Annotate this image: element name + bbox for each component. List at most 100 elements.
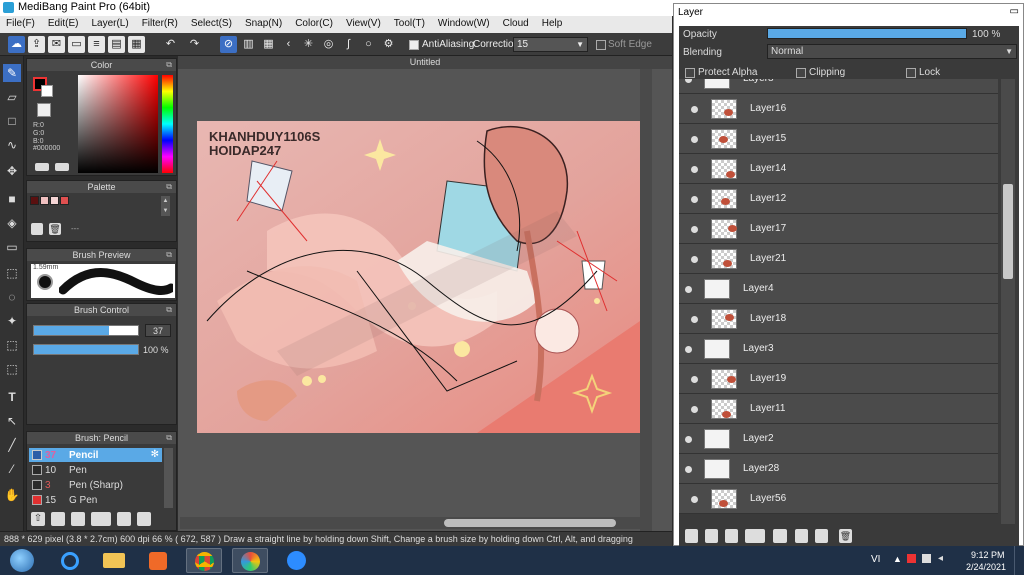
comment-icon[interactable]: ✉: [48, 36, 65, 53]
language-indicator[interactable]: VI: [871, 554, 880, 565]
volume-icon[interactable]: ◂: [938, 553, 943, 564]
gear-icon[interactable]: ✻: [151, 449, 159, 460]
canvas-horizontal-scrollbar[interactable]: [180, 517, 640, 529]
fill-rect-tool-icon[interactable]: ■: [3, 190, 21, 208]
document-icon[interactable]: ≡: [88, 36, 105, 53]
brush-item-pencil[interactable]: 37 Pencil ✻: [29, 448, 162, 462]
medibang-icon[interactable]: [232, 548, 268, 573]
radial-snap-icon[interactable]: ✳: [300, 36, 317, 53]
gradation-tool-icon[interactable]: ▭: [3, 238, 21, 256]
menu-layer[interactable]: Layer(L): [85, 16, 135, 29]
document-tab[interactable]: Untitled: [178, 56, 672, 69]
delete-layer-icon[interactable]: 🗑: [839, 529, 852, 543]
visibility-eye-icon[interactable]: [685, 346, 692, 353]
artwork-canvas[interactable]: KHANHDUY1106S HOIDAP247: [197, 121, 640, 433]
visibility-eye-icon[interactable]: [685, 79, 692, 83]
visibility-eye-icon[interactable]: [691, 316, 698, 323]
panel-popout-icon[interactable]: ⧉: [166, 59, 172, 71]
divide-tool-icon[interactable]: ╱: [3, 436, 21, 454]
color-swap-button[interactable]: [55, 163, 69, 171]
undo-icon[interactable]: ↶: [162, 36, 179, 53]
menu-tool[interactable]: Tool(T): [388, 16, 432, 29]
select-tool-icon[interactable]: ⬚: [3, 264, 21, 282]
palette-swatch[interactable]: [40, 196, 49, 205]
layer-row[interactable]: Layer12: [679, 184, 998, 214]
move-tool-icon[interactable]: ✥: [3, 162, 21, 180]
parallel-snap-icon[interactable]: ▥: [240, 36, 257, 53]
copy-brush-icon[interactable]: [71, 512, 85, 526]
clipping-checkbox[interactable]: [796, 68, 806, 78]
brush-list-scrollbar[interactable]: [164, 448, 173, 508]
new-halftone-layer-icon[interactable]: [705, 529, 718, 543]
brush-item-g-pen[interactable]: 15 G Pen: [29, 493, 162, 507]
blending-select[interactable]: Normal ▼: [767, 44, 1017, 59]
menu-cloud[interactable]: Cloud: [497, 16, 536, 29]
new-page-icon[interactable]: ▭: [68, 36, 85, 53]
menu-select[interactable]: Select(S): [185, 16, 239, 29]
palette-swatch[interactable]: [60, 196, 69, 205]
lasso-tool-icon[interactable]: ◌: [3, 288, 21, 306]
share-icon[interactable]: ⇪: [28, 36, 45, 53]
start-button[interactable]: [0, 546, 45, 575]
layer-row[interactable]: Layer11: [679, 394, 998, 424]
show-hidden-icons[interactable]: ▲: [893, 554, 902, 564]
menu-file[interactable]: File(F): [0, 16, 42, 29]
visibility-eye-icon[interactable]: [691, 106, 698, 113]
visibility-eye-icon[interactable]: [691, 376, 698, 383]
show-desktop-button[interactable]: [1014, 546, 1024, 575]
layer-row[interactable]: Layer56: [679, 484, 998, 514]
select-pen-tool-icon[interactable]: ⬚: [3, 336, 21, 354]
visibility-eye-icon[interactable]: [691, 496, 698, 503]
layer-scroll-thumb[interactable]: [1003, 184, 1013, 279]
merge-layer-icon[interactable]: [815, 529, 828, 543]
menu-filter[interactable]: Filter(R): [136, 16, 185, 29]
layer-row[interactable]: Layer18: [679, 304, 998, 334]
eyedropper-tool-icon[interactable]: ⁄: [3, 460, 21, 478]
canvas-vertical-scrollbar[interactable]: [640, 69, 652, 531]
palette-scroll[interactable]: ▲ ▼: [161, 196, 170, 216]
brush-duplicate-icon[interactable]: [137, 512, 151, 526]
secondary-color-swatch[interactable]: [41, 85, 53, 97]
new-brush-icon[interactable]: [51, 512, 65, 526]
menu-edit[interactable]: Edit(E): [42, 16, 86, 29]
brush-size-value[interactable]: 37: [145, 324, 171, 337]
palette-delete-icon[interactable]: 🗑: [49, 223, 61, 235]
layer-row[interactable]: Layer19: [679, 364, 998, 394]
text-tool-icon[interactable]: T: [3, 388, 21, 406]
palette-swatch[interactable]: [30, 196, 39, 205]
cloud-brush-icon[interactable]: ⇧: [31, 512, 45, 526]
snap-off-icon[interactable]: ⊘: [220, 36, 237, 53]
panel-popout-icon[interactable]: ⧉: [166, 304, 172, 316]
bucket-tool-icon[interactable]: ◈: [3, 214, 21, 232]
clock-time[interactable]: 9:12 PM: [971, 550, 1005, 560]
brush-item-pen[interactable]: 10 Pen: [29, 463, 162, 477]
add-brush-dropdown[interactable]: [91, 512, 111, 526]
menu-help[interactable]: Help: [536, 16, 570, 29]
menu-view[interactable]: View(V): [340, 16, 388, 29]
hue-slider[interactable]: [162, 75, 173, 173]
visibility-eye-icon[interactable]: [685, 466, 692, 473]
layer-row[interactable]: Layer21: [679, 244, 998, 274]
select-eraser-tool-icon[interactable]: ⬚: [3, 360, 21, 378]
ie-icon[interactable]: [52, 548, 88, 573]
layer-row[interactable]: Layer14: [679, 154, 998, 184]
lock-checkbox[interactable]: [906, 68, 916, 78]
zoom-icon[interactable]: [278, 548, 314, 573]
layer-row[interactable]: Layer28: [679, 454, 998, 484]
panel-popout-icon[interactable]: ⧉: [166, 432, 172, 444]
palette-add-icon[interactable]: [31, 223, 43, 235]
curve-snap-icon[interactable]: ∫: [340, 36, 357, 53]
brush-opacity-slider[interactable]: [33, 344, 139, 355]
duplicate-layer-icon[interactable]: [795, 529, 808, 543]
menu-snap[interactable]: Snap(N): [239, 16, 289, 29]
antialiasing-checkbox[interactable]: [409, 40, 419, 50]
color-mode-button[interactable]: [35, 163, 49, 171]
visibility-eye-icon[interactable]: [691, 166, 698, 173]
visibility-eye-icon[interactable]: [691, 196, 698, 203]
concentric-snap-icon[interactable]: ◎: [320, 36, 337, 53]
circle-snap-icon[interactable]: ○: [360, 36, 377, 53]
horizontal-scroll-thumb[interactable]: [444, 519, 616, 527]
brush-item-pen-sharp[interactable]: 3 Pen (Sharp): [29, 478, 162, 492]
correction-select[interactable]: 15 ▼: [513, 37, 588, 52]
visibility-eye-icon[interactable]: [691, 136, 698, 143]
